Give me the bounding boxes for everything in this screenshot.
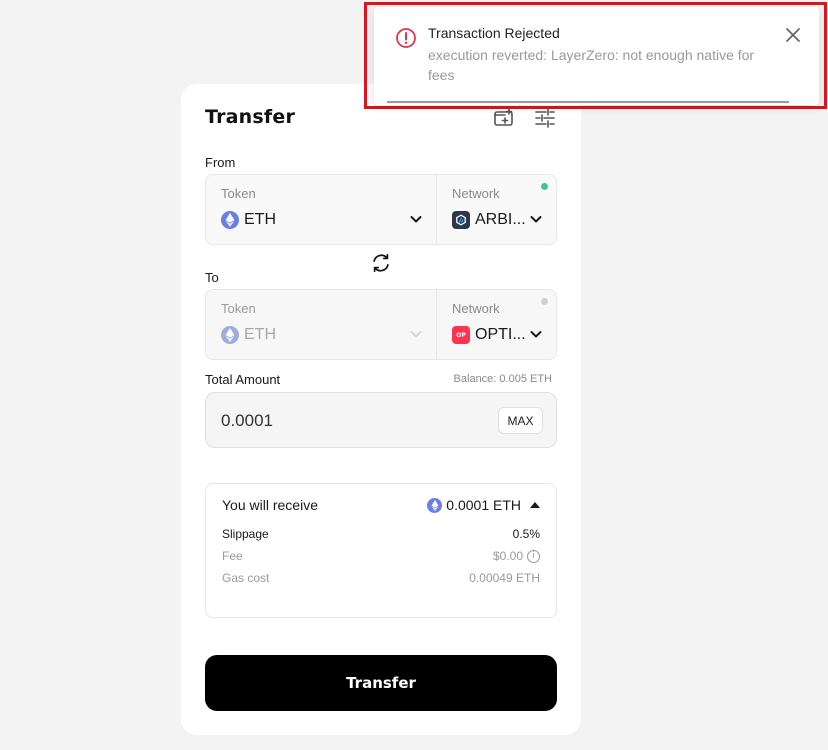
slippage-label: Slippage — [222, 527, 269, 541]
to-network-text: OPTI... — [475, 326, 526, 343]
to-token-text: ETH — [244, 326, 276, 343]
max-button[interactable]: MAX — [498, 407, 543, 434]
receive-value: 0.0001 ETH — [446, 497, 521, 513]
settings-sliders-icon[interactable] — [533, 106, 557, 130]
from-label: From — [205, 155, 236, 170]
eth-icon — [221, 326, 239, 344]
from-network-value: ARBI... — [452, 210, 526, 230]
chevron-down-icon — [530, 331, 542, 338]
chevron-down-icon — [410, 216, 422, 223]
amount-value: 0.0001 — [221, 411, 273, 430]
amount-input[interactable]: 0.0001 MAX — [205, 392, 557, 448]
chevron-down-icon — [410, 331, 422, 338]
to-network-value: OP OPTI... — [452, 325, 526, 345]
to-token-select[interactable]: Token ETH — [206, 290, 437, 359]
error-toast: Transaction Rejected execution reverted:… — [374, 7, 819, 105]
from-token-select[interactable]: Token ETH — [206, 175, 437, 244]
arbitrum-icon — [452, 211, 470, 229]
from-network-status-dot — [541, 183, 548, 190]
toast-progress-bar — [387, 101, 789, 103]
to-network-status-dot — [541, 298, 548, 305]
from-selector: Token ETH Network ARBI... — [205, 174, 557, 245]
total-amount-label: Total Amount — [205, 372, 281, 387]
slippage-row: Slippage 0.5% — [222, 527, 540, 541]
wallet-add-icon[interactable] — [492, 106, 516, 130]
from-network-label: Network — [452, 186, 500, 201]
receive-summary: You will receive 0.0001 ETH Slippage 0.5… — [205, 483, 557, 618]
eth-icon — [221, 211, 239, 229]
transfer-card: Transfer From Token ETH Network ARBI... … — [181, 84, 581, 735]
to-network-label: Network — [452, 301, 500, 316]
to-token-label: Token — [221, 301, 256, 316]
gas-cost-row: Gas cost 0.00049 ETH — [222, 571, 540, 585]
to-token-value: ETH — [221, 325, 276, 345]
toast-message: execution reverted: LayerZero: not enoug… — [428, 47, 755, 83]
slippage-value: 0.5% — [512, 527, 540, 541]
from-token-label: Token — [221, 186, 256, 201]
from-network-text: ARBI... — [475, 211, 526, 228]
swap-arrows-icon[interactable] — [370, 252, 392, 274]
from-network-select[interactable]: Network ARBI... — [437, 175, 557, 244]
card-title: Transfer — [205, 106, 296, 128]
balance-text: Balance: 0.005 ETH — [453, 373, 552, 385]
receive-label: You will receive — [222, 497, 318, 513]
from-token-value: ETH — [221, 210, 276, 230]
error-alert-icon — [395, 27, 417, 49]
to-label: To — [205, 270, 219, 285]
gas-cost-value: 0.00049 ETH — [469, 571, 540, 585]
receive-value-toggle[interactable]: 0.0001 ETH — [427, 497, 540, 513]
optimism-icon: OP — [452, 326, 470, 344]
fee-row: Fee $0.00 i — [222, 549, 540, 563]
info-icon[interactable]: i — [527, 549, 540, 563]
gas-cost-label: Gas cost — [222, 571, 270, 585]
eth-icon — [427, 497, 443, 513]
from-token-text: ETH — [244, 211, 276, 228]
fee-value: $0.00 — [492, 549, 523, 563]
chevron-down-icon — [530, 216, 542, 223]
to-network-select[interactable]: Network OP OPTI... — [437, 290, 557, 359]
close-icon[interactable] — [784, 26, 802, 44]
transfer-button[interactable]: Transfer — [205, 655, 557, 711]
collapse-triangle-icon — [530, 502, 540, 508]
toast-title: Transaction Rejected — [428, 25, 560, 41]
fee-label: Fee — [222, 549, 243, 563]
to-selector: Token ETH Network OP OPTI... — [205, 289, 557, 360]
fee-value-wrap: $0.00 i — [493, 549, 540, 563]
